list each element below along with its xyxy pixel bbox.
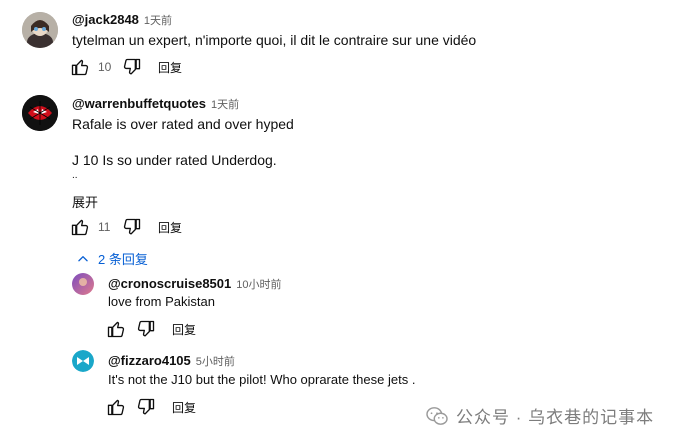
thumbs-up-icon[interactable] <box>104 317 128 341</box>
comment-timestamp[interactable]: 1天前 <box>144 12 172 28</box>
reply-actions: 回复 <box>104 395 196 419</box>
comment-author[interactable]: @jack2848 <box>72 12 139 27</box>
reply-author[interactable]: @cronoscruise8501 <box>108 276 231 291</box>
comment-header: @jack2848 1天前 <box>72 12 172 28</box>
reply-button[interactable]: 回复 <box>158 59 182 76</box>
comment-actions: 10 回复 <box>68 55 182 79</box>
like-count: 10 <box>98 60 112 74</box>
thumbs-up-icon[interactable] <box>68 55 92 79</box>
thumbs-down-icon[interactable] <box>120 215 144 239</box>
replies-toggle-label: 2 条回复 <box>98 252 148 267</box>
comment-text-line: Rafale is over rated and over hyped <box>72 116 294 132</box>
thumbs-up-icon[interactable] <box>104 395 128 419</box>
reply-text: love from Pakistan <box>108 294 215 309</box>
like-count: 11 <box>98 220 111 234</box>
thumbs-down-icon[interactable] <box>120 55 144 79</box>
watermark: 公众号 · 乌衣巷的记事本 <box>426 403 654 428</box>
avatar[interactable] <box>72 273 94 295</box>
comment-text-line: J 10 Is so under rated Underdog. <box>72 152 277 168</box>
reply-header: @cronoscruise8501 10小时前 <box>108 276 282 292</box>
avatar[interactable] <box>22 95 58 131</box>
comment-text: tytelman un expert, n'importe quoi, il d… <box>72 32 477 48</box>
reply-button[interactable]: 回复 <box>172 321 196 338</box>
reply-header: @fizzaro4105 5小时前 <box>108 353 235 369</box>
reply-timestamp[interactable]: 10小时前 <box>236 276 281 292</box>
reply-timestamp[interactable]: 5小时前 <box>196 353 235 369</box>
comment-author[interactable]: @warrenbuffetquotes <box>72 96 206 111</box>
reply-button[interactable]: 回复 <box>172 399 196 416</box>
comment-timestamp[interactable]: 1天前 <box>211 96 239 112</box>
expand-link[interactable]: 展开 <box>72 192 98 211</box>
reply-actions: 回复 <box>104 317 196 341</box>
reply-button[interactable]: 回复 <box>158 219 182 236</box>
chevron-up-icon <box>78 255 88 261</box>
wechat-icon <box>426 406 448 425</box>
thumbs-down-icon[interactable] <box>134 317 158 341</box>
avatar[interactable] <box>72 350 94 372</box>
thumbs-down-icon[interactable] <box>134 395 158 419</box>
watermark-text: 公众号 · 乌衣巷的记事本 <box>456 408 655 427</box>
replies-toggle-button[interactable]: 2 条回复 <box>76 249 148 268</box>
reply-text: It's not the J10 but the pilot! Who opra… <box>108 372 416 387</box>
avatar[interactable] <box>22 12 58 48</box>
comment-text-line: .. <box>72 170 78 181</box>
comment-actions: 11 回复 <box>68 215 182 239</box>
thumbs-up-icon[interactable] <box>68 215 92 239</box>
reply-author[interactable]: @fizzaro4105 <box>108 353 191 368</box>
comment-header: @warrenbuffetquotes 1天前 <box>72 96 239 112</box>
